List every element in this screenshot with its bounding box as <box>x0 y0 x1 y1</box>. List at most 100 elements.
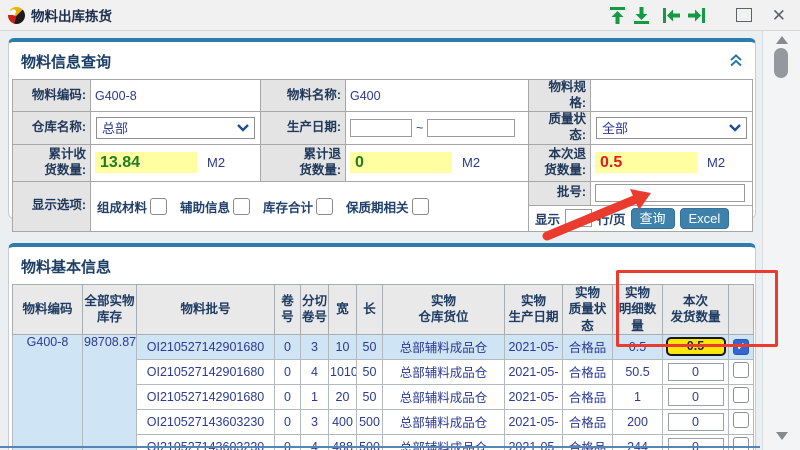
option-label-stock-total: 库存合计 <box>263 197 313 216</box>
cell-production-date: 2021-05- <box>505 384 563 409</box>
cell-length: 50 <box>357 359 383 384</box>
cell-production-date: 2021-05- <box>505 409 563 434</box>
column-header-2: 物料批号 <box>137 285 275 335</box>
production-date-label: 生产日期: <box>261 112 346 144</box>
cell-ship-qty: 0 <box>663 384 729 409</box>
total-returned-value: 0 <box>350 152 452 173</box>
material-code-field[interactable]: G400-8 <box>91 80 261 112</box>
warehouse-select[interactable]: 总部 <box>96 117 255 139</box>
material-code-label: 物料编码: <box>13 80 91 112</box>
material-spec-field[interactable] <box>591 80 753 112</box>
cell-length: 50 <box>357 334 383 359</box>
window-titlebar: 物料出库拣货 ✕ <box>0 0 800 31</box>
cell-batch: OI210527142901680 <box>137 359 275 384</box>
close-button[interactable]: ✕ <box>772 7 786 24</box>
row-checkbox[interactable] <box>733 362 749 378</box>
excel-button[interactable]: Excel <box>680 208 730 229</box>
query-form: 物料编码: G400-8 物料名称: G400 物料规格: 仓库名称: 总部 生… <box>12 79 753 232</box>
cell-ship-qty: 0 <box>663 409 729 434</box>
row-checkbox[interactable] <box>733 437 749 450</box>
cell-batch: OI210527142901680 <box>137 384 275 409</box>
option-label-shelf-life: 保质期相关 <box>346 197 409 216</box>
ship-qty-input[interactable]: 0 <box>668 363 724 381</box>
row-checkbox[interactable] <box>733 387 749 403</box>
scrollbar-up-icon[interactable] <box>776 36 788 44</box>
quality-status-select[interactable]: 全部 <box>596 117 747 139</box>
cell-quality-status: 合格品 <box>563 334 613 359</box>
production-date-to-input[interactable] <box>427 119 515 137</box>
option-checkbox-composition[interactable] <box>150 198 167 215</box>
titlebar-controls: ✕ <box>608 6 800 25</box>
cell-warehouse-location: 总部辅料成品仓 <box>383 334 505 359</box>
option-label-auxiliary: 辅助信息 <box>180 197 230 216</box>
option-checkbox-stock-total[interactable] <box>316 198 333 215</box>
page-size-input[interactable] <box>565 209 592 227</box>
cell-detail-qty: 200 <box>613 409 663 434</box>
production-date-from-input[interactable] <box>350 119 412 137</box>
row-checkbox[interactable] <box>733 412 749 428</box>
cell-roll-no: 0 <box>275 384 301 409</box>
window-title: 物料出库拣货 <box>31 5 112 25</box>
display-options-label: 显示选项: <box>13 181 91 231</box>
chevron-down-icon <box>729 124 741 132</box>
column-header-7: 实物 仓库货位 <box>383 285 505 335</box>
material-table-body: G400-898708.87OI210527142901680031050总部辅… <box>13 334 754 450</box>
ship-qty-input[interactable]: 0 <box>668 413 724 431</box>
material-spec-label: 物料规格: <box>529 80 591 112</box>
total-returned-unit: M2 <box>462 155 480 170</box>
app-sphere-icon <box>8 7 25 24</box>
scrollbar-thumb[interactable] <box>774 48 788 78</box>
material-code-cell: G400-8 <box>13 334 83 450</box>
cell-warehouse-location: 总部辅料成品仓 <box>383 409 505 434</box>
cell-length: 50 <box>357 384 383 409</box>
chevron-down-icon <box>237 124 249 132</box>
current-return-unit: M2 <box>707 155 725 170</box>
ship-qty-input[interactable]: 0 <box>668 438 724 450</box>
page-size-suffix: 行/页 <box>597 209 625 228</box>
cell-slit-roll-no: 4 <box>301 359 329 384</box>
cell-production-date: 2021-05- <box>505 359 563 384</box>
scroll-top-icon[interactable] <box>608 6 628 25</box>
cell-width: 400 <box>329 409 357 434</box>
column-header-6: 长 <box>357 285 383 335</box>
cell-width: 1010 <box>329 359 357 384</box>
material-name-field[interactable]: G400 <box>346 80 529 112</box>
scrollbar-down-icon[interactable] <box>776 432 788 440</box>
display-options-group: 组成材料 辅助信息 库存合计 保质期相关 <box>95 197 524 216</box>
scroll-bottom-icon[interactable] <box>632 6 652 25</box>
material-name-label: 物料名称: <box>261 80 346 112</box>
cell-width: 20 <box>329 384 357 409</box>
vertical-scrollbar-track[interactable] <box>762 30 800 450</box>
cell-roll-no: 0 <box>275 359 301 384</box>
column-header-9: 实物 质量状态 <box>563 285 613 335</box>
collapse-left-icon[interactable] <box>662 6 682 25</box>
column-header-8: 实物 生产日期 <box>505 285 563 335</box>
ship-qty-input[interactable]: 0 <box>668 388 724 406</box>
cell-slit-roll-no: 1 <box>301 384 329 409</box>
maximize-button[interactable] <box>736 8 752 22</box>
option-checkbox-auxiliary[interactable] <box>233 198 250 215</box>
cell-select <box>729 384 754 409</box>
next-section-border <box>0 446 760 448</box>
option-checkbox-shelf-life[interactable] <box>412 198 429 215</box>
panel-collapse-button[interactable] <box>729 54 743 72</box>
cell-quality-status: 合格品 <box>563 384 613 409</box>
total-received-value: 13.84 <box>95 152 197 173</box>
cell-length: 500 <box>357 409 383 434</box>
cell-batch: OI210527142901680 <box>137 334 275 359</box>
cell-select <box>729 409 754 434</box>
cell-warehouse-location: 总部辅料成品仓 <box>383 384 505 409</box>
cell-batch: OI210527143603230 <box>137 409 275 434</box>
column-header-4: 分切 卷号 <box>301 285 329 335</box>
cell-select <box>729 359 754 384</box>
column-header-0: 物料编码 <box>13 285 83 335</box>
query-button[interactable]: 查询 <box>631 208 675 229</box>
query-panel-title: 物料信息查询 <box>9 42 755 79</box>
batch-no-input[interactable] <box>595 184 745 202</box>
cell-quality-status: 合格品 <box>563 409 613 434</box>
expand-right-icon[interactable] <box>686 6 706 25</box>
cell-detail-qty: 1 <box>613 384 663 409</box>
material-outbound-picking-window: 物料出库拣货 ✕ 物料信息查询 <box>0 0 800 450</box>
warehouse-selected-value: 总部 <box>102 118 128 137</box>
cell-roll-no: 0 <box>275 409 301 434</box>
